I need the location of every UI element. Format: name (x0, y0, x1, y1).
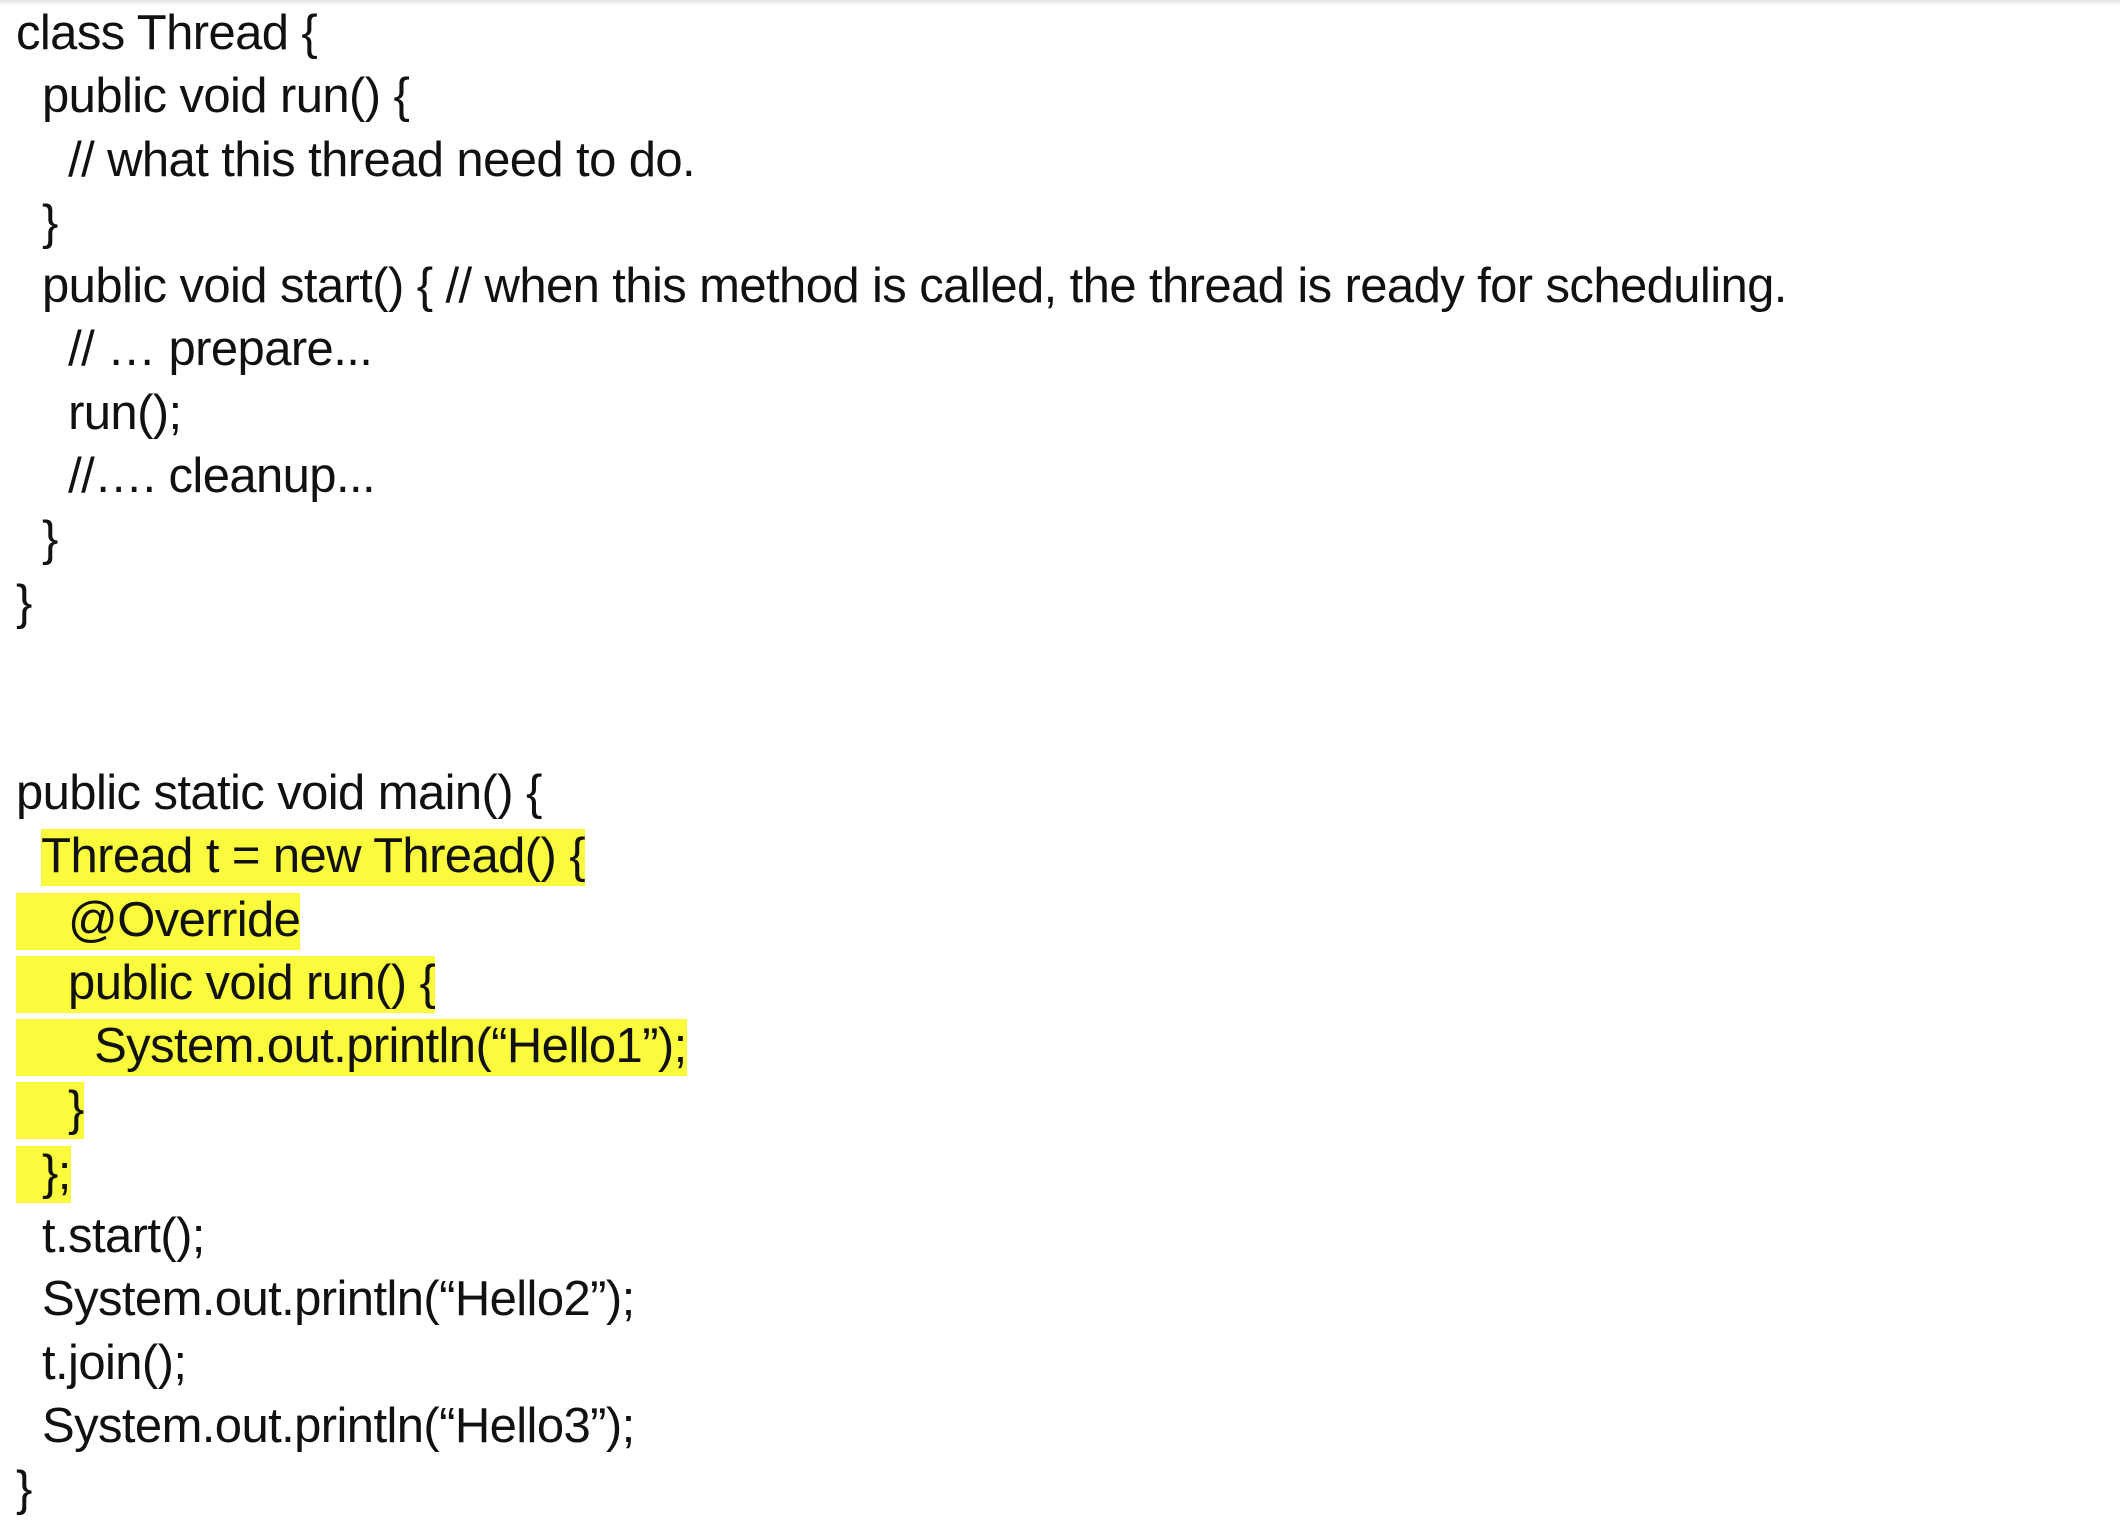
code-line: } (16, 572, 2096, 635)
code-line: } (16, 192, 2096, 255)
code-text: run(); (68, 385, 182, 440)
code-text: } (42, 512, 58, 567)
code-line: public static void main() { (16, 762, 2096, 825)
code-line: t.start(); (16, 1205, 2096, 1268)
code-text: public void start() { // when this metho… (42, 259, 1787, 314)
code-line: public void start() { // when this metho… (16, 255, 2096, 318)
code-line: public void run() { (16, 952, 2096, 1015)
code-line: class Thread { (16, 2, 2096, 65)
code-comment: //…. cleanup... (68, 449, 376, 504)
code-line: System.out.println(“Hello2”); (16, 1268, 2096, 1331)
highlighted-code-text: @Override (16, 892, 301, 950)
highlighted-code-text: public void run() { (16, 955, 436, 1013)
code-text: t.join(); (42, 1335, 187, 1390)
code-line: //…. cleanup... (16, 445, 2096, 508)
highlighted-code-text: Thread t = new Thread() { (41, 829, 586, 887)
code-text: t.start(); (42, 1209, 205, 1264)
highlighted-code-text: }; (16, 1145, 71, 1203)
code-line: Thread t = new Thread() { (16, 825, 2096, 888)
code-document: class Thread { public void run() { // wh… (16, 2, 2096, 1522)
code-text: public void run() { (42, 69, 410, 124)
code-comment: // what this thread need to do. (68, 132, 696, 187)
code-line: public void run() { (16, 65, 2096, 128)
code-line: // … prepare... (16, 318, 2096, 381)
code-text: } (16, 575, 32, 630)
code-line: } (16, 1078, 2096, 1141)
code-line: run(); (16, 382, 2096, 445)
code-line: }; (16, 1142, 2096, 1205)
code-text: System.out.println(“Hello3”); (42, 1398, 635, 1453)
code-line: System.out.println(“Hello1”); (16, 1015, 2096, 1078)
highlighted-code-text: } (16, 1082, 84, 1140)
code-line: } (16, 1458, 2096, 1521)
main-method-block: public static void main() { Thread t = n… (16, 762, 2096, 1522)
thread-class-block: class Thread { public void run() { // wh… (16, 2, 2096, 635)
code-text: } (16, 1462, 32, 1517)
code-line: System.out.println(“Hello3”); (16, 1395, 2096, 1458)
code-text: class Thread { (16, 6, 318, 60)
code-comment: // … prepare... (68, 322, 373, 377)
code-text: System.out.println(“Hello2”); (42, 1272, 635, 1327)
code-line: } (16, 508, 2096, 571)
code-line: @Override (16, 889, 2096, 952)
code-line: t.join(); (16, 1332, 2096, 1395)
highlighted-code-text: System.out.println(“Hello1”); (16, 1019, 687, 1077)
code-text: public static void main() { (16, 765, 542, 820)
code-line: // what this thread need to do. (16, 129, 2096, 192)
code-text: } (42, 195, 58, 250)
